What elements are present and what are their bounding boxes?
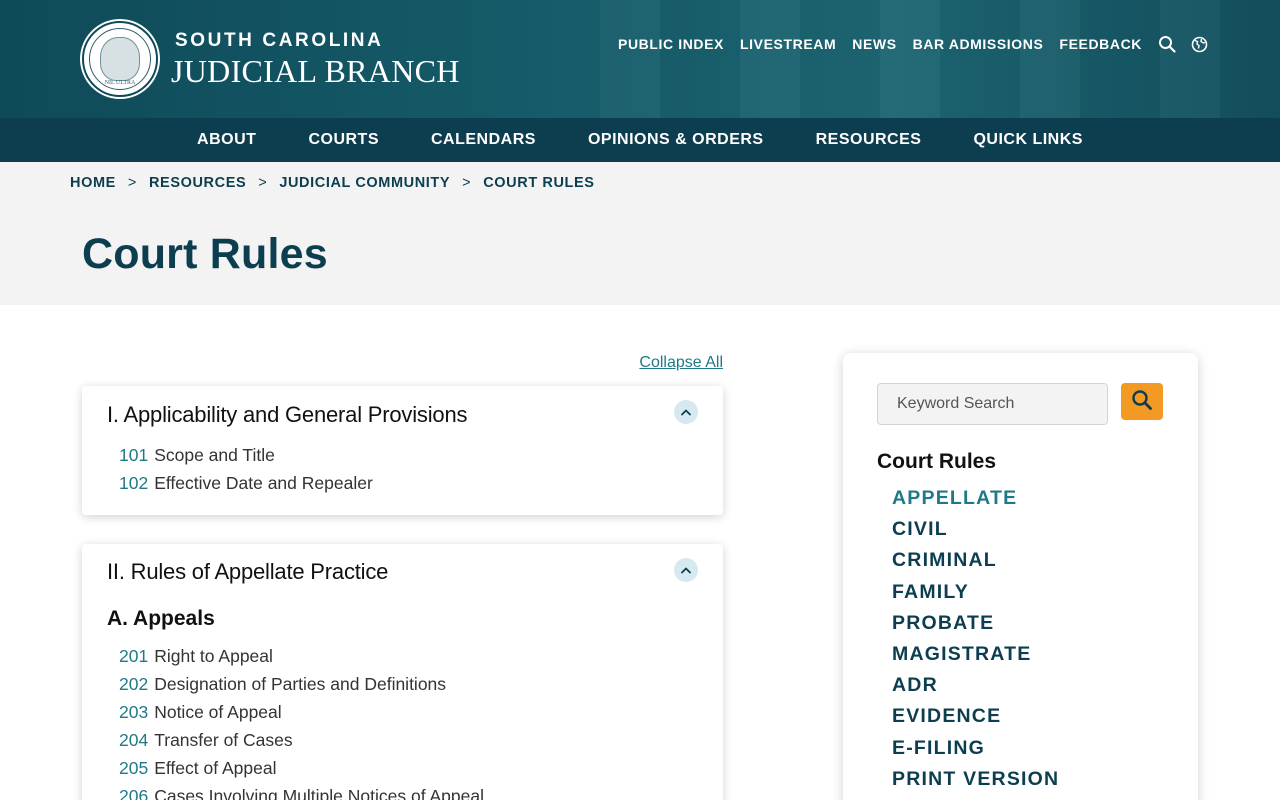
nav-about[interactable]: ABOUT — [197, 131, 256, 149]
rule-number: 203 — [119, 702, 149, 722]
accordion-section-appellate-practice: II. Rules of Appellate Practice A. Appea… — [82, 544, 723, 800]
supreme-court-seal-logo[interactable]: NIL ULTRA — [82, 21, 158, 97]
rule-link-204[interactable]: 204 Transfer of Cases — [119, 730, 484, 758]
sidebar-rule-categories: APPELLATE CIVIL CRIMINAL FAMILY PROBATE … — [892, 487, 1059, 799]
sidebar-item-family[interactable]: FAMILY — [892, 581, 1059, 612]
util-link-feedback[interactable]: FEEDBACK — [1059, 36, 1142, 52]
breadcrumb-separator: > — [258, 175, 268, 191]
util-link-bar-admissions[interactable]: BAR ADMISSIONS — [913, 36, 1044, 52]
rule-link-201[interactable]: 201 Right to Appeal — [119, 646, 484, 674]
rule-link-205[interactable]: 205 Effect of Appeal — [119, 758, 484, 786]
rule-number: 206 — [119, 786, 149, 800]
sidebar-item-evidence[interactable]: EVIDENCE — [892, 705, 1059, 736]
nav-courts[interactable]: COURTS — [308, 131, 379, 149]
nav-calendars[interactable]: CALENDARS — [431, 131, 536, 149]
title-band: HOME > RESOURCES > JUDICIAL COMMUNITY > … — [0, 162, 1280, 305]
sidebar-item-civil[interactable]: CIVIL — [892, 518, 1059, 549]
seal-motto: NIL ULTRA — [104, 80, 136, 86]
rule-link-202[interactable]: 202 Designation of Parties and Definition… — [119, 674, 484, 702]
rule-list: 101 Scope and Title 102 Effective Date and… — [119, 445, 373, 501]
rule-link-206[interactable]: 206 Cases Involving Multiple Notices of A… — [119, 786, 484, 800]
accordion-title[interactable]: II. Rules of Appellate Practice — [107, 559, 388, 585]
sidebar-item-criminal[interactable]: CRIMINAL — [892, 549, 1059, 580]
collapse-all-link[interactable]: Collapse All — [600, 354, 723, 372]
page-title: Court Rules — [82, 230, 328, 278]
rule-name: Effect of Appeal — [154, 758, 277, 778]
utility-nav: PUBLIC INDEX LIVESTREAM NEWS BAR ADMISSI… — [618, 35, 1222, 53]
accordion-section-general-provisions: I. Applicability and General Provisions … — [82, 386, 723, 515]
site-header: NIL ULTRA SOUTH CAROLINA JUDICIAL BRANCH… — [0, 0, 1280, 118]
search-icon — [1131, 389, 1153, 414]
brand-state-name[interactable]: SOUTH CAROLINA — [175, 30, 383, 52]
rule-name: Designation of Parties and Definitions — [154, 674, 447, 694]
rule-number: 102 — [119, 473, 149, 493]
rule-number: 205 — [119, 758, 149, 778]
brand-branch-name[interactable]: JUDICIAL BRANCH — [171, 53, 460, 90]
rule-name: Scope and Title — [154, 445, 275, 465]
accordion-title[interactable]: I. Applicability and General Provisions — [107, 402, 467, 428]
sidebar-item-print-version[interactable]: PRINT VERSION — [892, 768, 1059, 799]
rule-link-101[interactable]: 101 Scope and Title — [119, 445, 373, 473]
breadcrumb-separator: > — [462, 175, 472, 191]
rule-name: Right to Appeal — [154, 646, 273, 666]
rule-name: Effective Date and Repealer — [154, 473, 373, 493]
rule-name: Transfer of Cases — [154, 730, 293, 750]
rule-name: Cases Involving Multiple Notices of Appe… — [154, 786, 484, 800]
util-link-public-index[interactable]: PUBLIC INDEX — [618, 36, 724, 52]
sidebar-heading: Court Rules — [877, 450, 997, 473]
main-nav: ABOUT COURTS CALENDARS OPINIONS & ORDERS… — [0, 118, 1280, 162]
sidebar-item-appellate[interactable]: APPELLATE — [892, 487, 1059, 518]
util-link-livestream[interactable]: LIVESTREAM — [740, 36, 836, 52]
rule-name: Notice of Appeal — [154, 702, 282, 722]
breadcrumb: HOME > RESOURCES > JUDICIAL COMMUNITY > … — [70, 175, 595, 191]
seal-figure — [100, 37, 140, 81]
chevron-up-icon[interactable] — [674, 558, 698, 582]
nav-opinions-orders[interactable]: OPINIONS & ORDERS — [588, 131, 764, 149]
breadcrumb-home[interactable]: HOME — [70, 175, 116, 191]
rule-number: 201 — [119, 646, 149, 666]
rule-list: 201 Right to Appeal 202 Designation of Par… — [119, 646, 484, 800]
util-link-news[interactable]: NEWS — [852, 36, 896, 52]
rule-link-203[interactable]: 203 Notice of Appeal — [119, 702, 484, 730]
breadcrumb-resources[interactable]: RESOURCES — [149, 175, 246, 191]
globe-icon[interactable] — [1190, 35, 1208, 53]
sidebar-item-magistrate[interactable]: MAGISTRATE — [892, 643, 1059, 674]
rule-number: 101 — [119, 445, 149, 465]
nav-quick-links[interactable]: QUICK LINKS — [973, 131, 1083, 149]
nav-resources[interactable]: RESOURCES — [816, 131, 922, 149]
search-icon[interactable] — [1158, 35, 1176, 53]
breadcrumb-judicial-community[interactable]: JUDICIAL COMMUNITY — [279, 175, 450, 191]
rule-link-102[interactable]: 102 Effective Date and Repealer — [119, 473, 373, 501]
breadcrumb-separator: > — [127, 175, 137, 191]
court-rules-sidebar: Court Rules APPELLATE CIVIL CRIMINAL FAM… — [843, 353, 1198, 800]
sidebar-item-e-filing[interactable]: E-FILING — [892, 737, 1059, 768]
keyword-search-input[interactable] — [877, 383, 1108, 425]
sidebar-item-adr[interactable]: ADR — [892, 674, 1059, 705]
subsection-heading: A. Appeals — [107, 607, 215, 630]
breadcrumb-court-rules[interactable]: COURT RULES — [483, 175, 594, 191]
rule-number: 204 — [119, 730, 149, 750]
chevron-up-icon[interactable] — [674, 400, 698, 424]
sidebar-item-probate[interactable]: PROBATE — [892, 612, 1059, 643]
rule-number: 202 — [119, 674, 149, 694]
search-button[interactable] — [1121, 383, 1163, 420]
